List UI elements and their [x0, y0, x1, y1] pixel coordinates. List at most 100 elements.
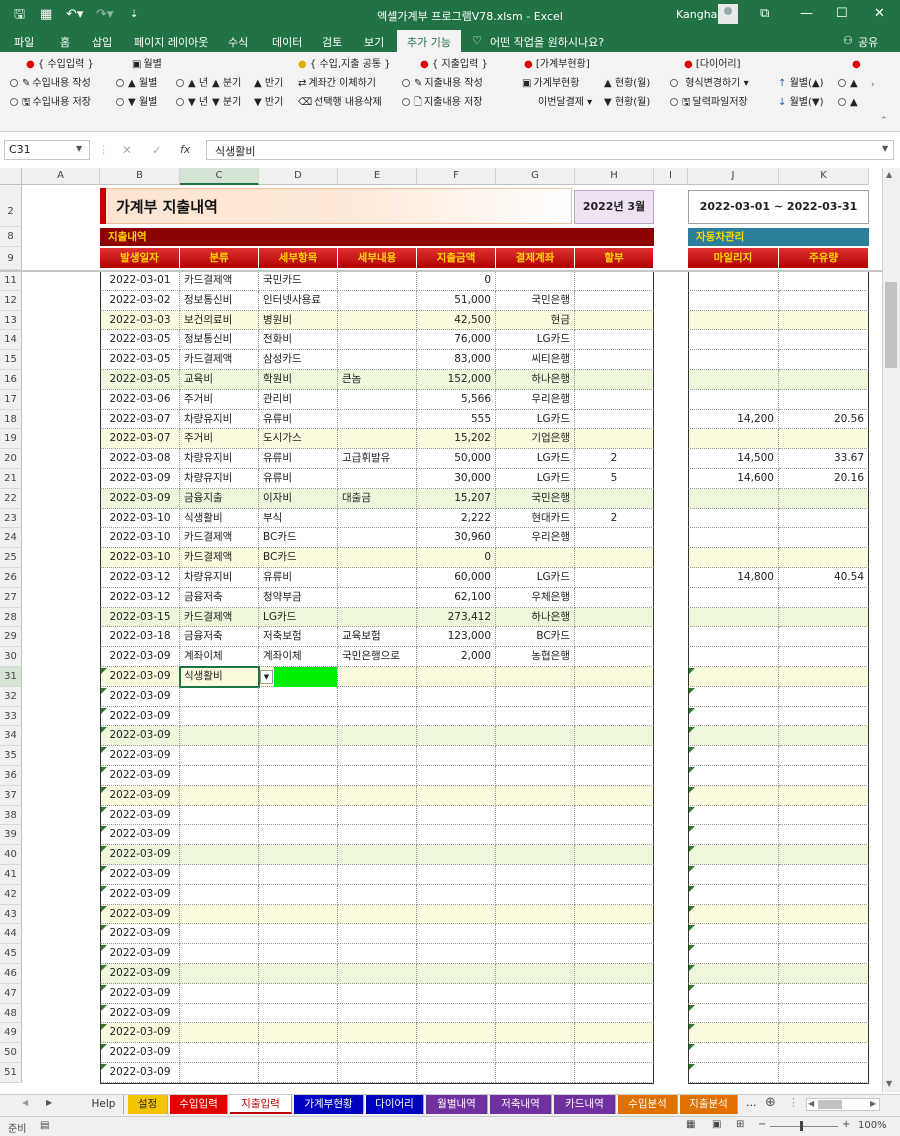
- scroll-down-icon[interactable]: ▼: [886, 1079, 892, 1088]
- cell-amount[interactable]: 2,000: [417, 647, 496, 667]
- column-header[interactable]: B: [100, 168, 180, 185]
- cell-inst[interactable]: [575, 290, 654, 311]
- cell-amount[interactable]: 50,000: [417, 449, 496, 469]
- cell-item[interactable]: 학원비: [259, 370, 338, 390]
- cell-item[interactable]: [259, 904, 338, 925]
- delete-row-button[interactable]: ⌫ 선택행 내용삭제: [298, 96, 382, 110]
- cell-mile[interactable]: 14,500: [688, 449, 779, 469]
- column-header[interactable]: K: [779, 168, 869, 185]
- month-display[interactable]: 2022년 3월: [574, 190, 654, 224]
- cell-inst[interactable]: [575, 746, 654, 766]
- cell-date[interactable]: 2022-03-05: [100, 350, 180, 370]
- cell-detail[interactable]: [338, 983, 417, 1004]
- row-header[interactable]: 44: [0, 924, 22, 945]
- cell-acct[interactable]: [496, 1043, 575, 1063]
- income-write-button[interactable]: ✎ 수입내용 작성: [10, 77, 91, 91]
- cell-mile[interactable]: [688, 271, 779, 291]
- row-header[interactable]: 13: [0, 310, 22, 331]
- cell-inst[interactable]: [575, 528, 654, 549]
- cell-amount[interactable]: [417, 766, 496, 786]
- scroll-right-icon[interactable]: ▶: [870, 1099, 876, 1108]
- cancel-icon[interactable]: ✕: [122, 143, 132, 157]
- cell-date[interactable]: 2022-03-09: [100, 865, 180, 885]
- cell-item[interactable]: 유류비: [259, 449, 338, 469]
- minimize-icon[interactable]: —: [800, 6, 813, 22]
- cell-inst[interactable]: [575, 924, 654, 945]
- scroll-right-icon[interactable]: ›: [871, 80, 875, 90]
- row-header[interactable]: 36: [0, 766, 22, 786]
- cell-mile[interactable]: [688, 1043, 779, 1063]
- cell-item[interactable]: [259, 746, 338, 766]
- cell-detail[interactable]: [338, 667, 417, 687]
- cell-cat[interactable]: [180, 706, 259, 727]
- cell-detail[interactable]: [338, 607, 417, 628]
- tab-data[interactable]: 데이터: [272, 34, 302, 50]
- cell-acct[interactable]: [496, 785, 575, 806]
- cell-acct[interactable]: 우리은행: [496, 389, 575, 410]
- cell-detail[interactable]: [338, 389, 417, 410]
- cell-mile[interactable]: [688, 805, 779, 826]
- sheet-tab[interactable]: 지출입력: [230, 1095, 292, 1114]
- extra-up-button[interactable]: ▲: [838, 77, 858, 91]
- cell-inst[interactable]: [575, 1023, 654, 1044]
- cell-detail[interactable]: [338, 469, 417, 489]
- cell-acct[interactable]: [496, 746, 575, 766]
- status-month-down[interactable]: ▼ 현황(월): [604, 96, 650, 110]
- cell-inst[interactable]: [575, 647, 654, 667]
- cell-fuel[interactable]: [779, 865, 869, 885]
- cell-detail[interactable]: 대출금: [338, 488, 417, 509]
- row-header[interactable]: 46: [0, 964, 22, 984]
- cell-date[interactable]: 2022-03-07: [100, 409, 180, 430]
- tab-page-layout[interactable]: 페이지 레이아웃: [134, 34, 208, 50]
- cell-amount[interactable]: [417, 904, 496, 925]
- cell-acct[interactable]: LG카드: [496, 409, 575, 430]
- normal-view-icon[interactable]: ▦: [686, 1119, 695, 1130]
- cell-inst[interactable]: [575, 884, 654, 905]
- cell-mile[interactable]: [688, 924, 779, 945]
- sheet-tab[interactable]: 다이어리: [366, 1095, 424, 1114]
- cell-inst[interactable]: [575, 845, 654, 865]
- cell-fuel[interactable]: [779, 1063, 869, 1083]
- cell-cat[interactable]: [180, 884, 259, 905]
- sheet-tab[interactable]: 수입분석: [618, 1095, 678, 1114]
- cell-item[interactable]: [259, 766, 338, 786]
- cell-mile[interactable]: [688, 884, 779, 905]
- cell-date[interactable]: 2022-03-03: [100, 310, 180, 331]
- add-sheet-icon[interactable]: ⊕: [765, 1095, 776, 1110]
- cell-date[interactable]: 2022-03-06: [100, 389, 180, 410]
- user-name[interactable]: Kangha: [676, 8, 717, 21]
- cell-inst[interactable]: [575, 1003, 654, 1024]
- extra-down-button[interactable]: ▲: [838, 96, 858, 110]
- cell-inst[interactable]: [575, 667, 654, 687]
- save-icon[interactable]: 🖫: [14, 7, 25, 23]
- cell-amount[interactable]: 5,566: [417, 389, 496, 410]
- cell-detail[interactable]: [338, 290, 417, 311]
- row-header[interactable]: 37: [0, 785, 22, 806]
- cell-item[interactable]: [259, 686, 338, 707]
- cell-fuel[interactable]: [779, 607, 869, 628]
- cell-mile[interactable]: [688, 964, 779, 984]
- row-header[interactable]: 24: [0, 528, 22, 549]
- cell-item[interactable]: 저축보험: [259, 627, 338, 648]
- cell-date[interactable]: 2022-03-09: [100, 983, 180, 1004]
- cell-date[interactable]: 2022-03-09: [100, 469, 180, 489]
- cell-cat[interactable]: [180, 825, 259, 846]
- cell-item[interactable]: 관리비: [259, 389, 338, 410]
- row-header[interactable]: 9: [0, 247, 22, 270]
- cell-detail[interactable]: [338, 924, 417, 945]
- row-header[interactable]: 48: [0, 1003, 22, 1024]
- cell-mile[interactable]: [688, 370, 779, 390]
- cell-amount[interactable]: [417, 1023, 496, 1044]
- page-layout-view-icon[interactable]: ▣: [712, 1119, 721, 1130]
- cell-item[interactable]: [259, 785, 338, 806]
- cell-detail[interactable]: 국민은행으로: [338, 647, 417, 667]
- cell-acct[interactable]: LG카드: [496, 449, 575, 469]
- cell-acct[interactable]: LG카드: [496, 568, 575, 588]
- cell-inst[interactable]: [575, 330, 654, 351]
- select-all-corner[interactable]: [0, 168, 22, 185]
- cell-inst[interactable]: [575, 548, 654, 568]
- cell-mile[interactable]: 14,600: [688, 469, 779, 489]
- cell-detail[interactable]: 교육보험: [338, 627, 417, 648]
- cell-amount[interactable]: [417, 964, 496, 984]
- scroll-up-icon[interactable]: ▲: [886, 170, 892, 179]
